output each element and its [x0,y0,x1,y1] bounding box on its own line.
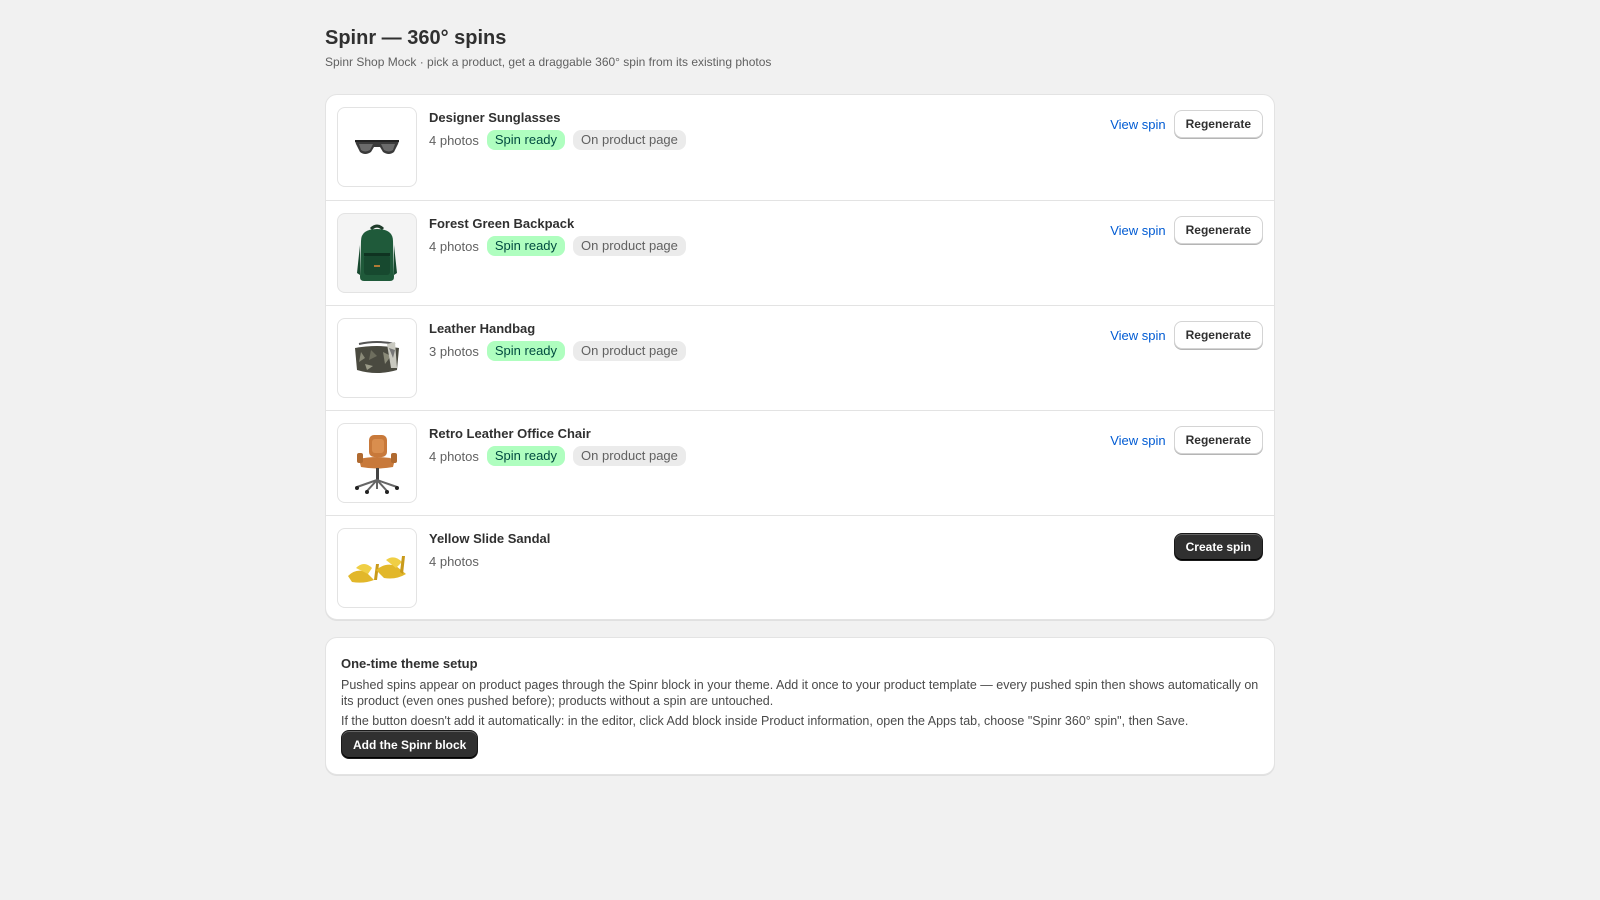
sunglasses-icon [355,140,399,154]
view-spin-link[interactable]: View spin [1110,117,1165,132]
product-name: Forest Green Backpack [429,216,575,231]
create-spin-button[interactable]: Create spin [1173,533,1263,561]
photo-count: 4 photos [429,132,479,148]
regenerate-button[interactable]: Regenerate [1173,321,1263,349]
setup-instructions: If the button doesn't add it automatical… [341,714,1189,728]
backpack-icon [357,224,397,281]
on-product-page-badge: On product page [573,341,686,361]
regenerate-button[interactable]: Regenerate [1173,216,1263,244]
product-thumbnail [337,213,417,293]
view-spin-link[interactable]: View spin [1110,223,1165,238]
handbag-icon [355,341,399,373]
spin-ready-badge: Spin ready [486,236,566,256]
regenerate-button[interactable]: Regenerate [1173,426,1263,454]
office-chair-icon [355,435,399,494]
product-name: Retro Leather Office Chair [429,426,591,441]
page-title: Spinr — 360° spins [325,27,507,49]
product-row: Designer Sunglasses 4 photos Spin ready … [326,95,1274,200]
photo-count: 3 photos [429,343,479,359]
product-thumbnail [337,107,417,187]
product-name: Yellow Slide Sandal [429,531,551,546]
regenerate-button[interactable]: Regenerate [1173,110,1263,138]
spin-ready-badge: Spin ready [486,130,566,150]
setup-title: One-time theme setup [341,656,478,671]
on-product-page-badge: On product page [573,446,686,466]
product-row: Yellow Slide Sandal 4 photos Create spin [326,515,1274,619]
product-thumbnail [337,318,417,398]
sandal-icon [348,556,406,583]
view-spin-link[interactable]: View spin [1110,433,1165,448]
product-thumbnail [337,423,417,503]
product-name: Designer Sunglasses [429,110,561,125]
spin-ready-badge: Spin ready [486,446,566,466]
product-thumbnail [337,528,417,608]
product-name: Leather Handbag [429,321,536,336]
page-subtitle: Spinr Shop Mock · pick a product, get a … [325,55,772,69]
photo-count: 4 photos [429,238,479,254]
on-product-page-badge: On product page [573,130,686,150]
product-list: Designer Sunglasses 4 photos Spin ready … [325,94,1275,620]
product-row: Retro Leather Office Chair 4 photos Spin… [326,410,1274,515]
spin-ready-badge: Spin ready [486,341,566,361]
add-spinr-block-button[interactable]: Add the Spinr block [341,730,479,759]
view-spin-link[interactable]: View spin [1110,328,1165,343]
theme-setup-card: One-time theme setup Pushed spins appear… [325,637,1275,775]
product-row: Leather Handbag 3 photos Spin ready On p… [326,305,1274,410]
photo-count: 4 photos [429,553,479,569]
product-row: Forest Green Backpack 4 photos Spin read… [326,200,1274,305]
setup-description: Pushed spins appear on product pages thr… [341,678,1259,708]
photo-count: 4 photos [429,448,479,464]
spinr-page: Spinr — 360° spins Spinr Shop Mock · pic… [325,24,1275,775]
on-product-page-badge: On product page [573,236,686,256]
